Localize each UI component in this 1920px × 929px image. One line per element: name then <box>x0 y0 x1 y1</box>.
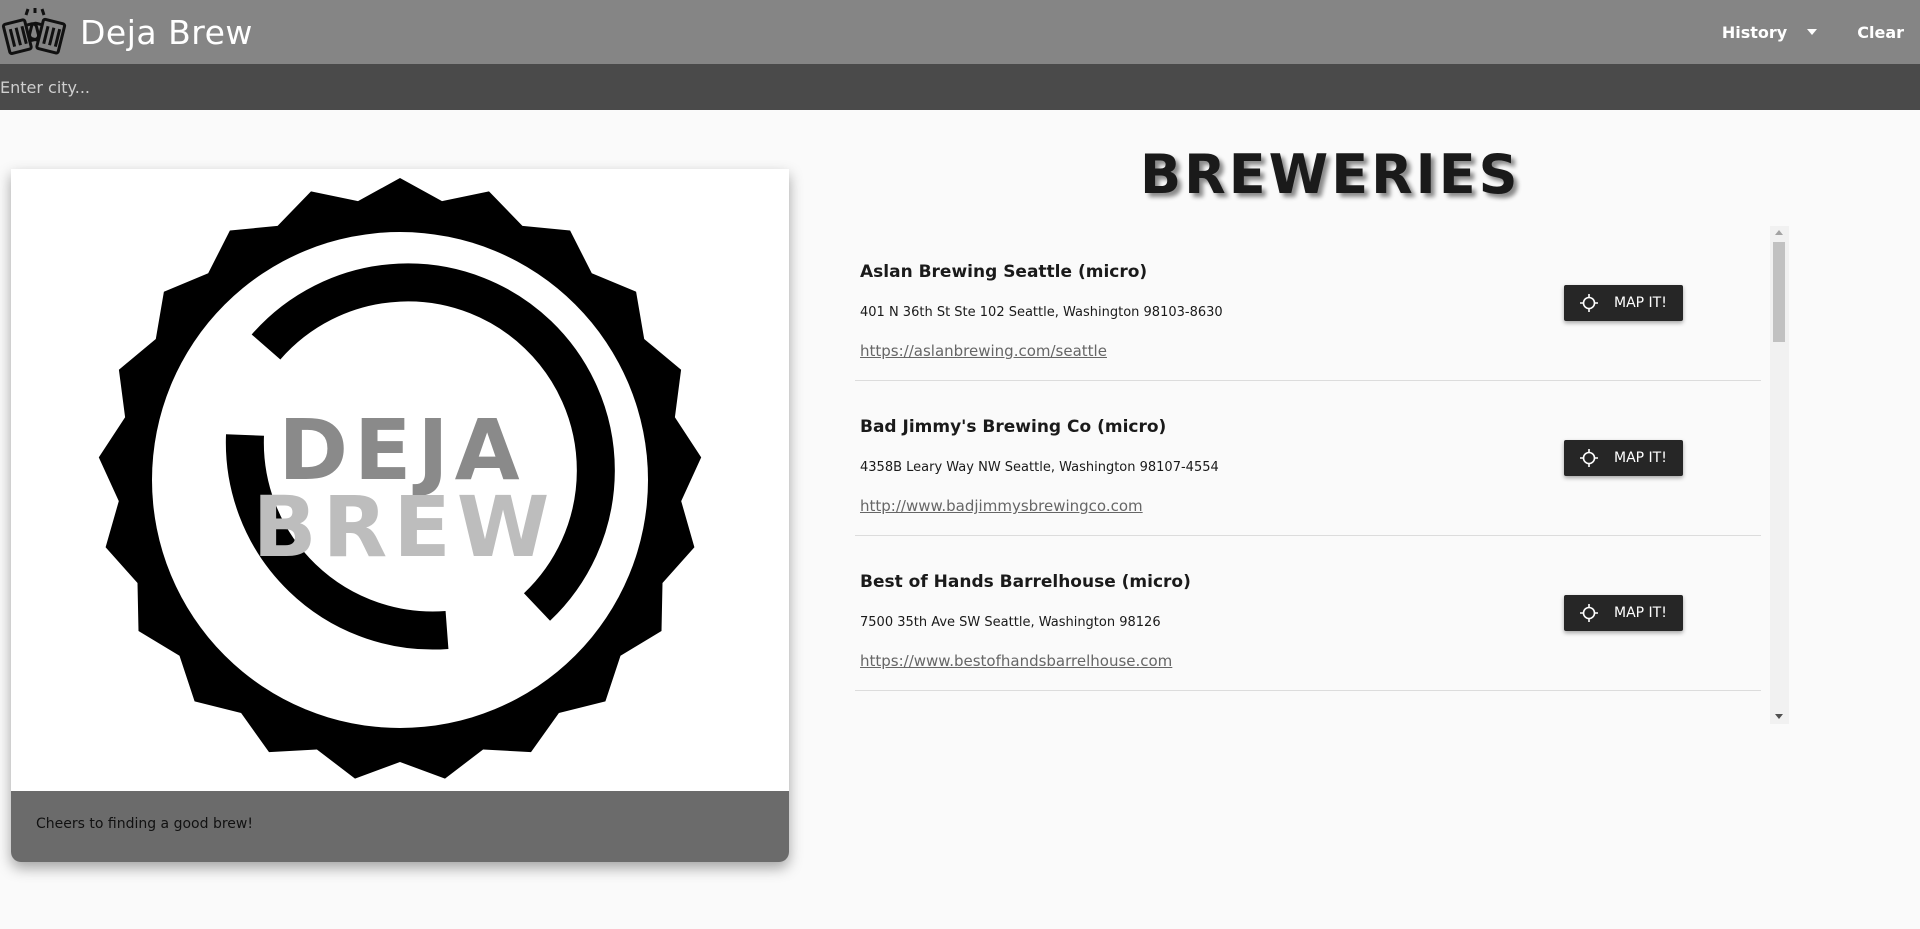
scroll-thumb[interactable] <box>1773 242 1785 342</box>
brewery-address: 7500 35th Ave SW Seattle, Washington 981… <box>860 615 1161 630</box>
chevron-down-icon <box>1807 29 1818 35</box>
brand[interactable]: Deja Brew <box>0 0 253 64</box>
brewery-list: Aslan Brewing Seattle (micro) 401 N 36th… <box>855 226 1761 691</box>
card-footer: Cheers to finding a good brew! <box>11 791 789 862</box>
brewery-name: Aslan Brewing Seattle (micro) <box>860 262 1148 282</box>
bottle-cap-logo: DEJA BREW <box>98 178 702 779</box>
card-caption: Cheers to finding a good brew! <box>36 816 253 832</box>
history-dropdown[interactable]: History <box>1721 22 1818 42</box>
brewery-name: Best of Hands Barrelhouse (micro) <box>860 572 1191 592</box>
map-it-button[interactable]: MAP IT! <box>1564 595 1683 631</box>
brewery-website-link[interactable]: http://www.badjimmysbrewingco.com <box>860 497 1143 515</box>
search-bar <box>0 64 1920 110</box>
crosshair-icon <box>1580 294 1598 312</box>
map-it-label: MAP IT! <box>1614 605 1667 621</box>
clear-label: Clear <box>1857 22 1904 42</box>
city-search-input[interactable] <box>0 64 1920 110</box>
brewery-address: 4358B Leary Way NW Seattle, Washington 9… <box>860 460 1219 475</box>
brewery-list-container[interactable]: Aslan Brewing Seattle (micro) 401 N 36th… <box>855 226 1789 724</box>
history-label: History <box>1721 22 1788 42</box>
brewery-website-link[interactable]: https://www.bestofhandsbarrelhouse.com <box>860 652 1172 670</box>
scroll-up-arrow-icon[interactable] <box>1775 230 1783 235</box>
brewery-website-link[interactable]: https://aslanbrewing.com/seattle <box>860 342 1107 360</box>
nav-actions: History Clear <box>1722 0 1920 64</box>
map-it-label: MAP IT! <box>1614 450 1667 466</box>
brewery-list-item: Best of Hands Barrelhouse (micro) 7500 3… <box>855 536 1761 691</box>
logo-text-brew: BREW <box>253 478 556 576</box>
brewery-list-item: Bad Jimmy's Brewing Co (micro) 4358B Lea… <box>855 381 1761 536</box>
brewery-address: 401 N 36th St Ste 102 Seattle, Washingto… <box>860 305 1223 320</box>
map-it-label: MAP IT! <box>1614 295 1667 311</box>
breweries-heading: BREWERIES <box>1140 143 1521 206</box>
map-it-button[interactable]: MAP IT! <box>1564 285 1683 321</box>
cheers-mugs-icon <box>1 8 67 55</box>
list-scrollbar[interactable] <box>1770 226 1789 724</box>
deja-brew-logo-image: DEJA BREW <box>11 169 789 791</box>
map-it-button[interactable]: MAP IT! <box>1564 440 1683 476</box>
crosshair-icon <box>1580 449 1598 467</box>
top-navbar: Deja Brew History Clear <box>0 0 1920 64</box>
brewery-list-item: Aslan Brewing Seattle (micro) 401 N 36th… <box>855 226 1761 381</box>
crosshair-icon <box>1580 604 1598 622</box>
brewery-name: Bad Jimmy's Brewing Co (micro) <box>860 417 1167 437</box>
clear-button[interactable]: Clear <box>1857 23 1904 42</box>
scroll-down-arrow-icon[interactable] <box>1775 714 1783 719</box>
app-title: Deja Brew <box>80 12 253 52</box>
logo-card: DEJA BREW Cheers to finding a good brew! <box>11 169 789 862</box>
